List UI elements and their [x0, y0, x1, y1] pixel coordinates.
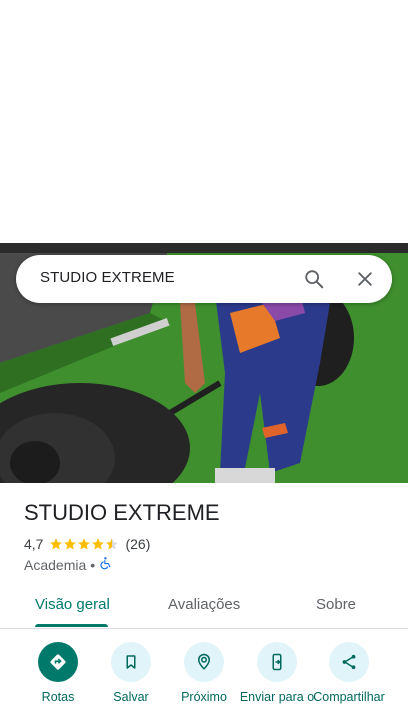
place-category: Academia: [24, 556, 87, 573]
tab-about[interactable]: Sobre: [316, 596, 356, 613]
action-bar: Rotas Salvar Próximo Enviar para o Compa…: [0, 642, 408, 726]
search-query[interactable]: STUDIO EXTREME: [40, 269, 175, 286]
separator: •: [90, 556, 96, 573]
active-tab-indicator: [35, 624, 108, 627]
share-icon: [329, 642, 369, 682]
star-rating: [49, 537, 119, 551]
save-button[interactable]: Salvar: [91, 642, 171, 704]
star-icon: [78, 538, 91, 550]
star-icon: [92, 538, 105, 550]
search-bar[interactable]: STUDIO EXTREME: [16, 255, 392, 303]
blank-map-area: [0, 0, 408, 243]
rating-value: 4,7: [24, 536, 44, 552]
review-count[interactable]: (26): [125, 536, 150, 552]
send-to-phone-icon: [257, 642, 297, 682]
tab-overview[interactable]: Visão geral: [35, 596, 110, 613]
wheelchair-icon: [99, 556, 113, 573]
send-to-phone-button[interactable]: Enviar para o: [237, 642, 317, 704]
nearby-icon: [184, 642, 224, 682]
half-star-icon: [106, 538, 119, 550]
nearby-label: Próximo: [181, 690, 227, 704]
nearby-button[interactable]: Próximo: [164, 642, 244, 704]
save-label: Salvar: [113, 690, 149, 704]
share-button[interactable]: Compartilhar: [309, 642, 389, 704]
directions-button[interactable]: Rotas: [18, 642, 98, 704]
directions-label: Rotas: [41, 690, 75, 704]
star-icon: [50, 538, 63, 550]
send-to-phone-label: Enviar para o: [239, 690, 315, 704]
star-icon: [64, 538, 77, 550]
place-title: STUDIO EXTREME: [24, 500, 220, 525]
directions-icon: [38, 642, 78, 682]
tab-bar: Visão geral Avaliações Sobre: [0, 584, 408, 629]
tab-reviews[interactable]: Avaliações: [168, 596, 240, 613]
category-row: Academia •: [24, 556, 113, 573]
search-icon[interactable]: [298, 263, 330, 295]
share-label: Compartilhar: [313, 690, 385, 704]
close-icon[interactable]: [349, 263, 381, 295]
rating-row[interactable]: 4,7 (26): [24, 536, 150, 552]
bookmark-icon: [111, 642, 151, 682]
